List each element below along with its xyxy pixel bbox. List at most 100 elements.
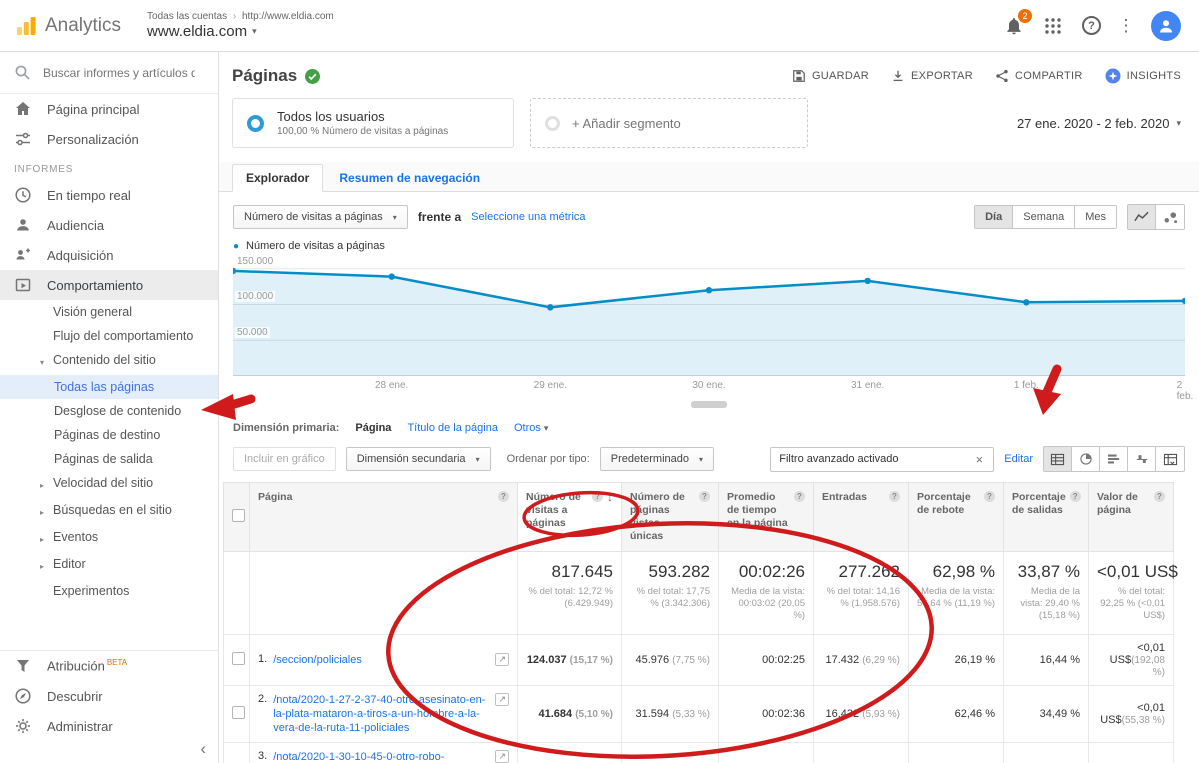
view-table-button[interactable] [1044, 447, 1072, 471]
sort-type-selector[interactable]: Predeterminado ▾ [600, 447, 714, 471]
view-pivot-button[interactable] [1156, 447, 1184, 471]
expand-icon[interactable]: ▸ [40, 475, 53, 494]
dimension-page[interactable]: Página [355, 422, 391, 434]
help-icon[interactable]: ? [1154, 491, 1165, 502]
motion-chart-button[interactable] [1156, 205, 1184, 229]
sidebar-item-experiments[interactable]: Experimentos [0, 579, 218, 603]
select-metric-link[interactable]: Seleccione una métrica [471, 211, 585, 223]
view-percentage-button[interactable] [1072, 447, 1100, 471]
row-checkbox[interactable] [232, 652, 245, 665]
insights-button[interactable]: INSIGHTS [1105, 68, 1181, 84]
sidebar-item-behavior-overview[interactable]: Visión general [0, 300, 218, 324]
sidebar-item-admin[interactable]: Administrar [0, 711, 218, 741]
chart-point[interactable] [865, 278, 871, 284]
sidebar-item-site-search[interactable]: ▸ Búsquedas en el sitio [0, 498, 218, 525]
sidebar-item-audience[interactable]: Audiencia [0, 210, 218, 240]
breadcrumb-property[interactable]: http://www.eldia.com [242, 11, 334, 22]
external-link-icon[interactable]: ↗ [495, 693, 509, 706]
sidebar-item-behavior[interactable]: Comportamiento [0, 270, 218, 300]
external-link-icon[interactable]: ↗ [495, 653, 509, 666]
edit-filter-link[interactable]: Editar [1004, 453, 1033, 465]
sidebar-item-all-pages[interactable]: Todas las páginas [0, 375, 218, 399]
advanced-filter-box[interactable]: Filtro avanzado activado × [770, 447, 994, 472]
granularity-day-button[interactable]: Día [975, 206, 1013, 228]
column-header-pageviews[interactable]: Número de visitas a páginas [526, 491, 588, 530]
sort-desc-icon[interactable]: ↓ [607, 491, 613, 504]
dimension-others[interactable]: Otros ▾ [514, 422, 549, 434]
expand-icon[interactable]: ▸ [40, 556, 53, 575]
help-icon[interactable]: ? [699, 491, 710, 502]
add-segment-button[interactable]: + Añadir segmento [530, 98, 808, 148]
sidebar-item-realtime[interactable]: En tiempo real [0, 180, 218, 210]
help-icon[interactable]: ? [794, 491, 805, 502]
help-icon[interactable]: ? [592, 491, 603, 502]
granularity-month-button[interactable]: Mes [1075, 206, 1116, 228]
chart-point[interactable] [706, 287, 712, 293]
sidebar-item-landing-pages[interactable]: Páginas de destino [0, 423, 218, 447]
sidebar-item-behavior-flow[interactable]: Flujo del comportamiento [0, 324, 218, 348]
row-checkbox[interactable] [232, 706, 245, 719]
tab-navigation-summary[interactable]: Resumen de navegación [323, 165, 496, 191]
column-header-unique-pageviews[interactable]: Número de páginas vistas únicas [630, 491, 695, 543]
help-icon[interactable]: ? [889, 491, 900, 502]
help-icon[interactable]: ? [984, 491, 995, 502]
expand-icon[interactable]: ▸ [40, 502, 53, 521]
expand-icon[interactable]: ▸ [40, 529, 53, 548]
search-input[interactable] [43, 66, 195, 80]
sidebar-item-customization[interactable]: Personalización [0, 124, 218, 154]
share-button[interactable]: COMPARTIR [995, 68, 1083, 84]
sidebar-item-content-drilldown[interactable]: Desglose de contenido [0, 399, 218, 423]
plot-rows-button[interactable]: Incluir en gráfico [233, 447, 336, 471]
sidebar-collapse-button[interactable]: ‹ [200, 739, 206, 759]
column-header-bounce-rate[interactable]: Porcentaje de rebote [917, 491, 980, 517]
sidebar-search[interactable] [0, 52, 218, 94]
save-button[interactable]: GUARDAR [792, 68, 869, 84]
expand-icon[interactable]: ▾ [40, 352, 53, 371]
page-link[interactable]: /nota/2020-1-27-2-37-40-otro-asesinato-e… [273, 693, 489, 735]
segment-all-users[interactable]: Todos los usuarios 100,00 % Número de vi… [232, 98, 514, 148]
kebab-menu-button[interactable]: ⋮ [1121, 16, 1131, 36]
export-button[interactable]: EXPORTAR [891, 68, 973, 84]
help-icon[interactable]: ? [498, 491, 509, 502]
chart-point[interactable] [1023, 299, 1029, 305]
apps-grid-button[interactable] [1044, 17, 1062, 35]
sidebar-item-site-content[interactable]: ▾ Contenido del sitio [0, 348, 218, 375]
chart-range-handle[interactable] [691, 401, 727, 408]
select-all-checkbox[interactable] [232, 509, 245, 522]
external-link-icon[interactable]: ↗ [495, 750, 509, 763]
view-comparison-button[interactable] [1128, 447, 1156, 471]
analytics-logo[interactable]: Analytics [14, 14, 121, 38]
verified-icon[interactable] [305, 69, 320, 84]
line-chart-button[interactable] [1128, 205, 1156, 229]
chart-plot-area[interactable]: 50.000100.000150.000 [233, 258, 1185, 376]
dimension-page-title[interactable]: Título de la página [407, 422, 498, 434]
secondary-dimension-selector[interactable]: Dimensión secundaria ▾ [346, 447, 491, 471]
page-link[interactable]: /nota/2020-1-30-10-45-0-otro-robo-sangri… [273, 750, 489, 763]
date-range-selector[interactable]: 27 ene. 2020 - 2 feb. 2020 ▾ [1017, 116, 1181, 131]
column-header-avg-time[interactable]: Promedio de tiempo en la página [727, 491, 790, 530]
timeseries-chart[interactable]: 50.000100.000150.000 28 ene.29 ene.30 en… [233, 258, 1185, 410]
avatar[interactable] [1151, 11, 1181, 41]
breadcrumb-account[interactable]: Todas las cuentas [147, 11, 227, 22]
column-header-page[interactable]: Página [258, 491, 494, 504]
chart-point[interactable] [547, 304, 553, 310]
sidebar-item-publisher[interactable]: ▸ Editor [0, 552, 218, 579]
column-header-page-value[interactable]: Valor de página [1097, 491, 1150, 517]
property-selector[interactable]: www.eldia.com ▾ [147, 23, 334, 41]
column-header-entrances[interactable]: Entradas [822, 491, 885, 504]
sidebar-item-events[interactable]: ▸ Eventos [0, 525, 218, 552]
sidebar-item-discover[interactable]: Descubrir [0, 681, 218, 711]
page-link[interactable]: /seccion/policiales [273, 653, 489, 667]
help-icon[interactable]: ? [1070, 491, 1081, 502]
granularity-week-button[interactable]: Semana [1013, 206, 1075, 228]
sidebar-item-acquisition[interactable]: Adquisición [0, 240, 218, 270]
account-switcher[interactable]: Todas las cuentas › http://www.eldia.com… [147, 11, 334, 41]
metric-selector[interactable]: Número de visitas a páginas ▾ [233, 205, 408, 229]
close-icon[interactable]: × [974, 452, 986, 467]
sidebar-item-attribution[interactable]: AtribuciónBETA [0, 651, 218, 681]
tab-explorer[interactable]: Explorador [232, 164, 323, 192]
sidebar-item-home[interactable]: Página principal [0, 94, 218, 124]
sidebar-item-site-speed[interactable]: ▸ Velocidad del sitio [0, 471, 218, 498]
view-performance-button[interactable] [1100, 447, 1128, 471]
notifications-button[interactable]: 2 [1004, 16, 1024, 36]
